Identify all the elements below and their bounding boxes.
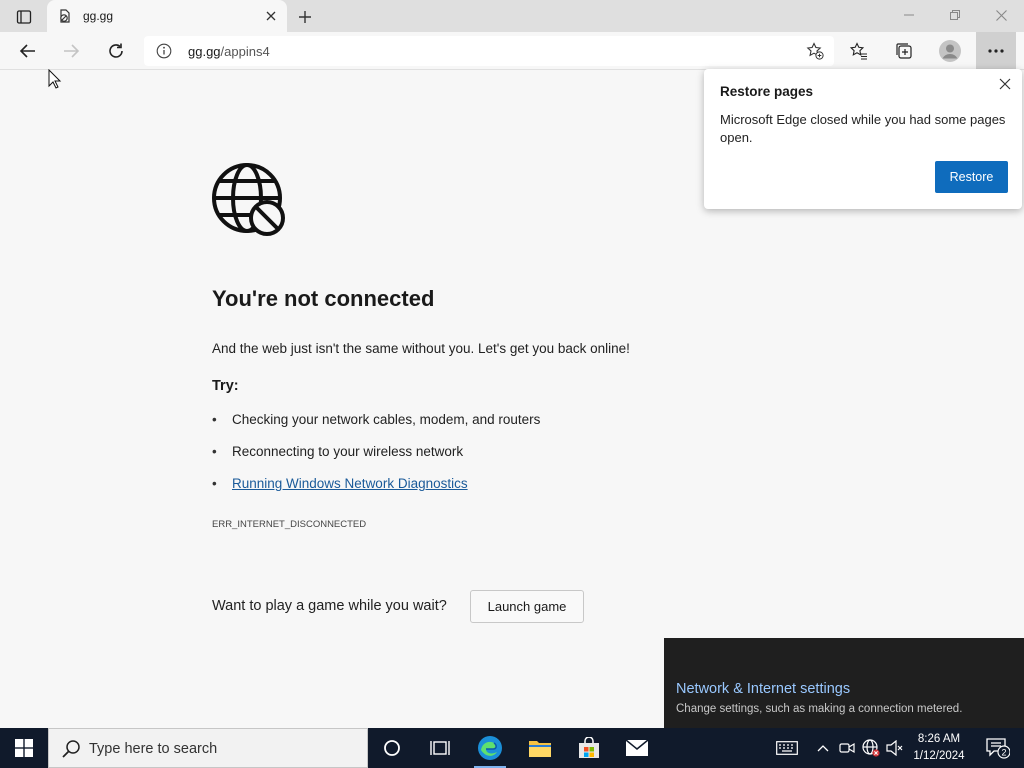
- error-code: ERR_INTERNET_DISCONNECTED: [212, 519, 367, 530]
- taskbar-search-box[interactable]: Type here to search: [48, 728, 368, 768]
- suggestion-text: Checking your network cables, modem, and…: [232, 412, 541, 427]
- tab-actions-icon: [16, 10, 32, 24]
- error-title: You're not connected: [212, 286, 435, 311]
- chevron-up-icon: [817, 745, 829, 752]
- restore-pages-popup: Restore pages Microsoft Edge closed whil…: [704, 69, 1022, 209]
- clock-date: 1/12/2024: [913, 750, 965, 762]
- clock-time: 8:26 AM: [917, 733, 961, 745]
- suggestion-list: Checking your network cables, modem, and…: [212, 412, 540, 508]
- task-view-icon: [430, 741, 450, 755]
- popup-title: Restore pages: [720, 84, 814, 99]
- folder-icon: [529, 741, 551, 757]
- launch-game-button[interactable]: Launch game: [470, 590, 584, 623]
- taskbar-mail[interactable]: [613, 728, 661, 768]
- tray-meet-now[interactable]: [836, 728, 858, 768]
- taskbar-edge[interactable]: [466, 728, 514, 768]
- suggestion-text: Reconnecting to your wireless network: [232, 444, 464, 459]
- address-bar[interactable]: gg.gg/appins4: [144, 36, 834, 66]
- url-text: gg.gg/appins4: [188, 44, 270, 59]
- favorites-icon: [850, 42, 867, 60]
- close-icon: [266, 11, 276, 21]
- forward-button[interactable]: [55, 35, 87, 67]
- store-bag-icon: [579, 737, 599, 758]
- taskbar-microsoft-store[interactable]: [565, 728, 613, 768]
- info-icon[interactable]: [156, 43, 172, 59]
- network-settings-subtitle: Change settings, such as making a connec…: [676, 703, 963, 715]
- favorites-button[interactable]: [843, 35, 875, 67]
- suggestion-item: Checking your network cables, modem, and…: [212, 412, 540, 444]
- url-host: gg.gg: [188, 44, 221, 59]
- minimize-button[interactable]: [886, 0, 932, 30]
- plus-icon: [299, 11, 311, 23]
- globe-blocked-icon: [212, 163, 285, 236]
- restore-button[interactable]: Restore: [935, 161, 1008, 193]
- error-subtitle: And the web just isn't the same without …: [212, 341, 630, 356]
- url-path: /appins4: [220, 44, 270, 59]
- network-disconnected-icon: [862, 739, 880, 757]
- refresh-button[interactable]: [100, 35, 132, 67]
- action-center-button[interactable]: 2: [978, 728, 1018, 768]
- network-diagnostics-link[interactable]: Running Windows Network Diagnostics: [232, 476, 468, 491]
- page-error-icon: [60, 9, 70, 23]
- mouse-cursor-icon: [48, 69, 62, 89]
- suggestion-item: Running Windows Network Diagnostics: [212, 476, 540, 508]
- search-icon: [62, 740, 80, 758]
- close-icon: [999, 78, 1011, 90]
- network-settings-flyout: Network & Internet settings Change setti…: [664, 638, 1024, 728]
- volume-muted-icon: [886, 740, 903, 756]
- restore-window-button[interactable]: [932, 0, 978, 30]
- profile-button[interactable]: [934, 35, 966, 67]
- close-icon: [995, 9, 1007, 21]
- popup-close-button[interactable]: [996, 75, 1014, 93]
- taskbar-file-explorer[interactable]: [516, 728, 564, 768]
- meet-now-icon: [839, 742, 855, 754]
- arrow-right-icon: [64, 44, 80, 58]
- tray-network[interactable]: [860, 728, 882, 768]
- refresh-icon: [109, 43, 123, 58]
- title-bar: gg.gg: [0, 0, 1024, 32]
- back-button[interactable]: [12, 35, 44, 67]
- restore-window-icon: [950, 10, 960, 20]
- tray-keyboard[interactable]: [772, 728, 802, 768]
- arrow-left-icon: [19, 44, 35, 58]
- popup-body: Microsoft Edge closed while you had some…: [720, 112, 1006, 145]
- tab-title: gg.gg: [83, 9, 114, 23]
- tab-close-button[interactable]: [263, 8, 279, 24]
- taskbar: Type here to search 8:26 AM 1/12/2024 2: [0, 728, 1024, 768]
- cortana-circle-icon: [384, 740, 400, 756]
- edge-icon: [478, 736, 502, 760]
- avatar-icon: [939, 40, 961, 62]
- settings-and-more-button[interactable]: [976, 32, 1016, 70]
- show-hidden-icons-button[interactable]: [812, 728, 834, 768]
- minimize-icon: [904, 14, 914, 16]
- collections-icon: [896, 43, 912, 59]
- notification-icon: 2: [986, 738, 1010, 759]
- mail-icon: [625, 739, 649, 756]
- browser-toolbar: gg.gg/appins4: [0, 32, 1024, 70]
- tab-actions-button[interactable]: [8, 6, 40, 28]
- task-view-button[interactable]: [416, 728, 464, 768]
- notification-count: 2: [1001, 748, 1006, 758]
- tray-volume[interactable]: [884, 728, 906, 768]
- taskbar-clock[interactable]: 8:26 AM 1/12/2024: [908, 731, 970, 765]
- keyboard-icon: [776, 741, 798, 755]
- try-label: Try:: [212, 378, 239, 394]
- add-favorite-icon[interactable]: [806, 42, 824, 60]
- close-window-button[interactable]: [978, 0, 1024, 30]
- network-settings-link[interactable]: Network & Internet settings: [676, 681, 850, 697]
- collections-button[interactable]: [888, 35, 920, 67]
- windows-logo-icon: [15, 739, 33, 757]
- game-prompt: Want to play a game while you wait?: [212, 598, 447, 614]
- new-tab-button[interactable]: [294, 6, 316, 28]
- cortana-button[interactable]: [368, 728, 416, 768]
- start-button[interactable]: [0, 728, 48, 768]
- suggestion-item: Reconnecting to your wireless network: [212, 444, 540, 476]
- browser-tab[interactable]: gg.gg: [47, 0, 287, 32]
- search-placeholder: Type here to search: [89, 741, 218, 757]
- more-dots-icon: [988, 49, 1004, 53]
